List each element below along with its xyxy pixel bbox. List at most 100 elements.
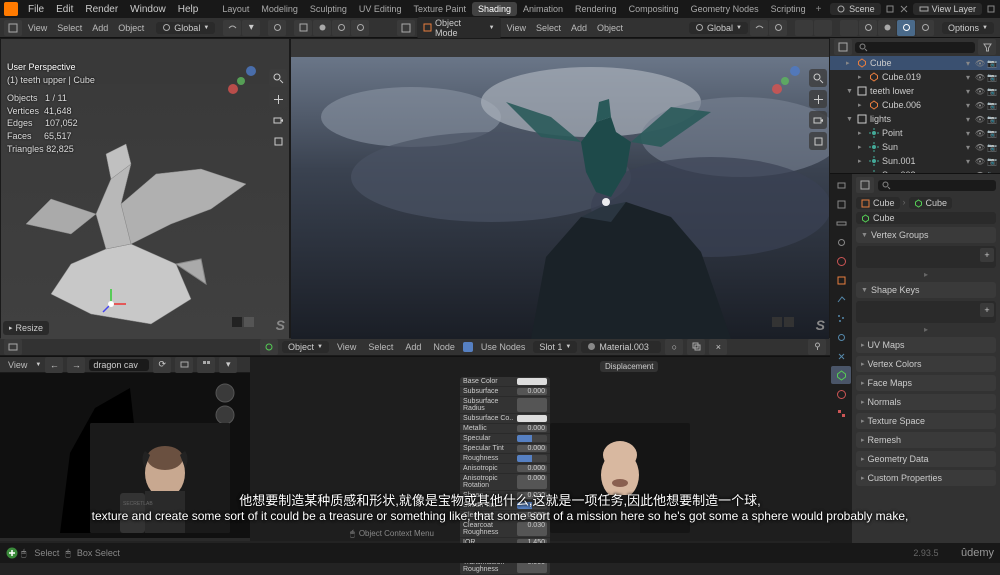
blender-logo-icon[interactable]	[4, 2, 18, 16]
menu-render[interactable]: Render	[79, 4, 124, 15]
fb-filter-icon[interactable]: ▾	[219, 357, 237, 373]
tab-render-icon[interactable]	[831, 176, 851, 194]
outliner-item-lights[interactable]: ▼lights▾👁📷	[830, 112, 1000, 126]
outliner-item-teeth-lower[interactable]: ▼teeth lower▾👁📷	[830, 84, 1000, 98]
breadcrumb-object[interactable]: Cube	[856, 197, 900, 209]
tab-world-icon[interactable]	[831, 252, 851, 270]
zoom-icon[interactable]	[269, 69, 287, 87]
camera-icon[interactable]	[809, 111, 827, 129]
pin-icon[interactable]	[808, 339, 826, 355]
outliner[interactable]: ▸Cube▾👁📷▸Cube.019▾👁📷▼teeth lower▾👁📷▸Cube…	[830, 38, 1000, 174]
nav-gizmo-2[interactable]	[765, 61, 805, 101]
workspace-scripting[interactable]: Scripting	[765, 2, 812, 16]
tab-output-icon[interactable]	[831, 195, 851, 213]
outliner-item-cube-019[interactable]: ▸Cube.019▾👁📷	[830, 70, 1000, 84]
workspace-shading[interactable]: Shading	[472, 2, 517, 16]
fb-nav-back-icon[interactable]: ←	[45, 357, 63, 373]
vp2-orientation-dropdown[interactable]: Global▼	[689, 22, 748, 34]
add-workspace-button[interactable]: +	[816, 4, 822, 15]
fb-nav-fwd-icon[interactable]: →	[67, 357, 85, 373]
node-prop-metallic[interactable]: Metallic0.000	[460, 424, 550, 434]
editor-type-3dview-icon[interactable]	[4, 20, 22, 36]
vp2-shading2-icon[interactable]	[878, 20, 896, 36]
prop-section-geometry-data[interactable]: ▸Geometry Data	[856, 451, 996, 467]
prop-section-shape-keys[interactable]: ▼Shape Keys	[856, 282, 996, 298]
menu-help[interactable]: Help	[172, 4, 205, 15]
outliner-item-sun[interactable]: ▸Sun▾👁📷	[830, 140, 1000, 154]
node-prop-subsurface-radius[interactable]: Subsurface Radius	[460, 397, 550, 414]
workspace-sculpting[interactable]: Sculpting	[304, 2, 353, 16]
editor-type-3dview-icon[interactable]	[397, 20, 415, 36]
outliner-filter-icon[interactable]	[978, 39, 996, 55]
displacement-node[interactable]: Displacement	[600, 361, 658, 372]
viewlayer-selector[interactable]: View Layer	[913, 3, 982, 15]
vp2-gizmo-icon[interactable]	[795, 20, 813, 36]
snap-toggle-icon[interactable]	[223, 20, 241, 36]
file-path-input[interactable]: dragon cav	[89, 359, 149, 371]
workspace-animation[interactable]: Animation	[517, 2, 569, 16]
prop-section-custom-properties[interactable]: ▸Custom Properties	[856, 470, 996, 486]
perspective-icon[interactable]	[809, 132, 827, 150]
tab-modifier-icon[interactable]	[831, 290, 851, 308]
use-nodes-checkbox[interactable]	[463, 342, 473, 352]
material-unlink-icon[interactable]: ×	[709, 339, 727, 355]
scene-selector[interactable]: Scene	[830, 3, 881, 15]
node-prop-subsurface-co-[interactable]: Subsurface Co..	[460, 414, 550, 424]
tab-material-icon[interactable]	[831, 385, 851, 403]
node-menu-view[interactable]: View	[333, 342, 360, 352]
node-menu-select[interactable]: Select	[364, 342, 397, 352]
new-layer-icon[interactable]	[986, 4, 996, 14]
menu-add[interactable]: Add	[88, 23, 112, 33]
node-prop-specular-tint[interactable]: Specular Tint0.000	[460, 444, 550, 454]
vp2-overlay-icon[interactable]	[814, 20, 832, 36]
vp2-snap-icon[interactable]	[750, 20, 768, 36]
camera-icon[interactable]	[269, 111, 287, 129]
vp2-menu-select[interactable]: Select	[532, 23, 565, 33]
vp2-shading4-icon[interactable]	[916, 20, 934, 36]
overlay-solid-icon[interactable]	[313, 20, 331, 36]
plus-badge-icon[interactable]	[6, 547, 18, 559]
tab-scene-icon[interactable]	[831, 233, 851, 251]
vp2-menu-view[interactable]: View	[503, 23, 530, 33]
operator-panel[interactable]: ▸Resize	[3, 321, 49, 335]
prop-section-vertex-groups[interactable]: ▼Vertex Groups	[856, 227, 996, 243]
slot-dropdown[interactable]: Slot 1▼	[533, 341, 577, 353]
vp2-menu-add[interactable]: Add	[567, 23, 591, 33]
viewport-solid[interactable]: User Perspective (1) teeth upper | Cube …	[0, 38, 290, 338]
prop-section-texture-space[interactable]: ▸Texture Space	[856, 413, 996, 429]
prop-search[interactable]	[878, 180, 996, 191]
snap-type-icon[interactable]: ▾	[242, 20, 260, 36]
material-copy-icon[interactable]	[687, 339, 705, 355]
tab-viewlayer-icon[interactable]	[831, 214, 851, 232]
outliner-item-point[interactable]: ▸Point▾👁📷	[830, 126, 1000, 140]
workspace-geometry-nodes[interactable]: Geometry Nodes	[685, 2, 765, 16]
menu-window[interactable]: Window	[124, 4, 172, 15]
prop-section-normals[interactable]: ▸Normals	[856, 394, 996, 410]
prop-section-remesh[interactable]: ▸Remesh	[856, 432, 996, 448]
fb-refresh-icon[interactable]: ⟳	[153, 357, 171, 373]
shader-type-dropdown[interactable]: Object▼	[282, 341, 329, 353]
node-prop-anisotropic[interactable]: Anisotropic0.000	[460, 464, 550, 474]
overlay-render-icon[interactable]	[351, 20, 369, 36]
editor-type-shader-icon[interactable]	[260, 339, 278, 355]
menu-file[interactable]: File	[22, 4, 50, 15]
node-prop-roughness[interactable]: Roughness	[460, 454, 550, 464]
perspective-icon[interactable]	[269, 132, 287, 150]
pan-icon[interactable]	[809, 90, 827, 108]
options-dropdown[interactable]: Options▼	[942, 22, 994, 34]
vp2-shading1-icon[interactable]	[859, 20, 877, 36]
mode-dropdown[interactable]: Object Mode▼	[417, 17, 501, 39]
node-prop-specular[interactable]: Specular	[460, 434, 550, 444]
vp2-xray-icon[interactable]	[840, 20, 858, 36]
tab-texture-icon[interactable]	[831, 404, 851, 422]
node-menu-add[interactable]: Add	[401, 342, 425, 352]
mesh-name-field[interactable]: Cube	[856, 212, 996, 224]
tab-physics-icon[interactable]	[831, 328, 851, 346]
overlay-material-icon[interactable]	[332, 20, 350, 36]
tab-constraint-icon[interactable]	[831, 347, 851, 365]
node-prop-anisotropic-rotation[interactable]: Anisotropic Rotation0.000	[460, 474, 550, 491]
vp2-prop-icon[interactable]	[769, 20, 787, 36]
prop-section-uv-maps[interactable]: ▸UV Maps	[856, 337, 996, 353]
nav-gizmo[interactable]	[221, 61, 261, 101]
node-menu-node[interactable]: Node	[429, 342, 459, 352]
